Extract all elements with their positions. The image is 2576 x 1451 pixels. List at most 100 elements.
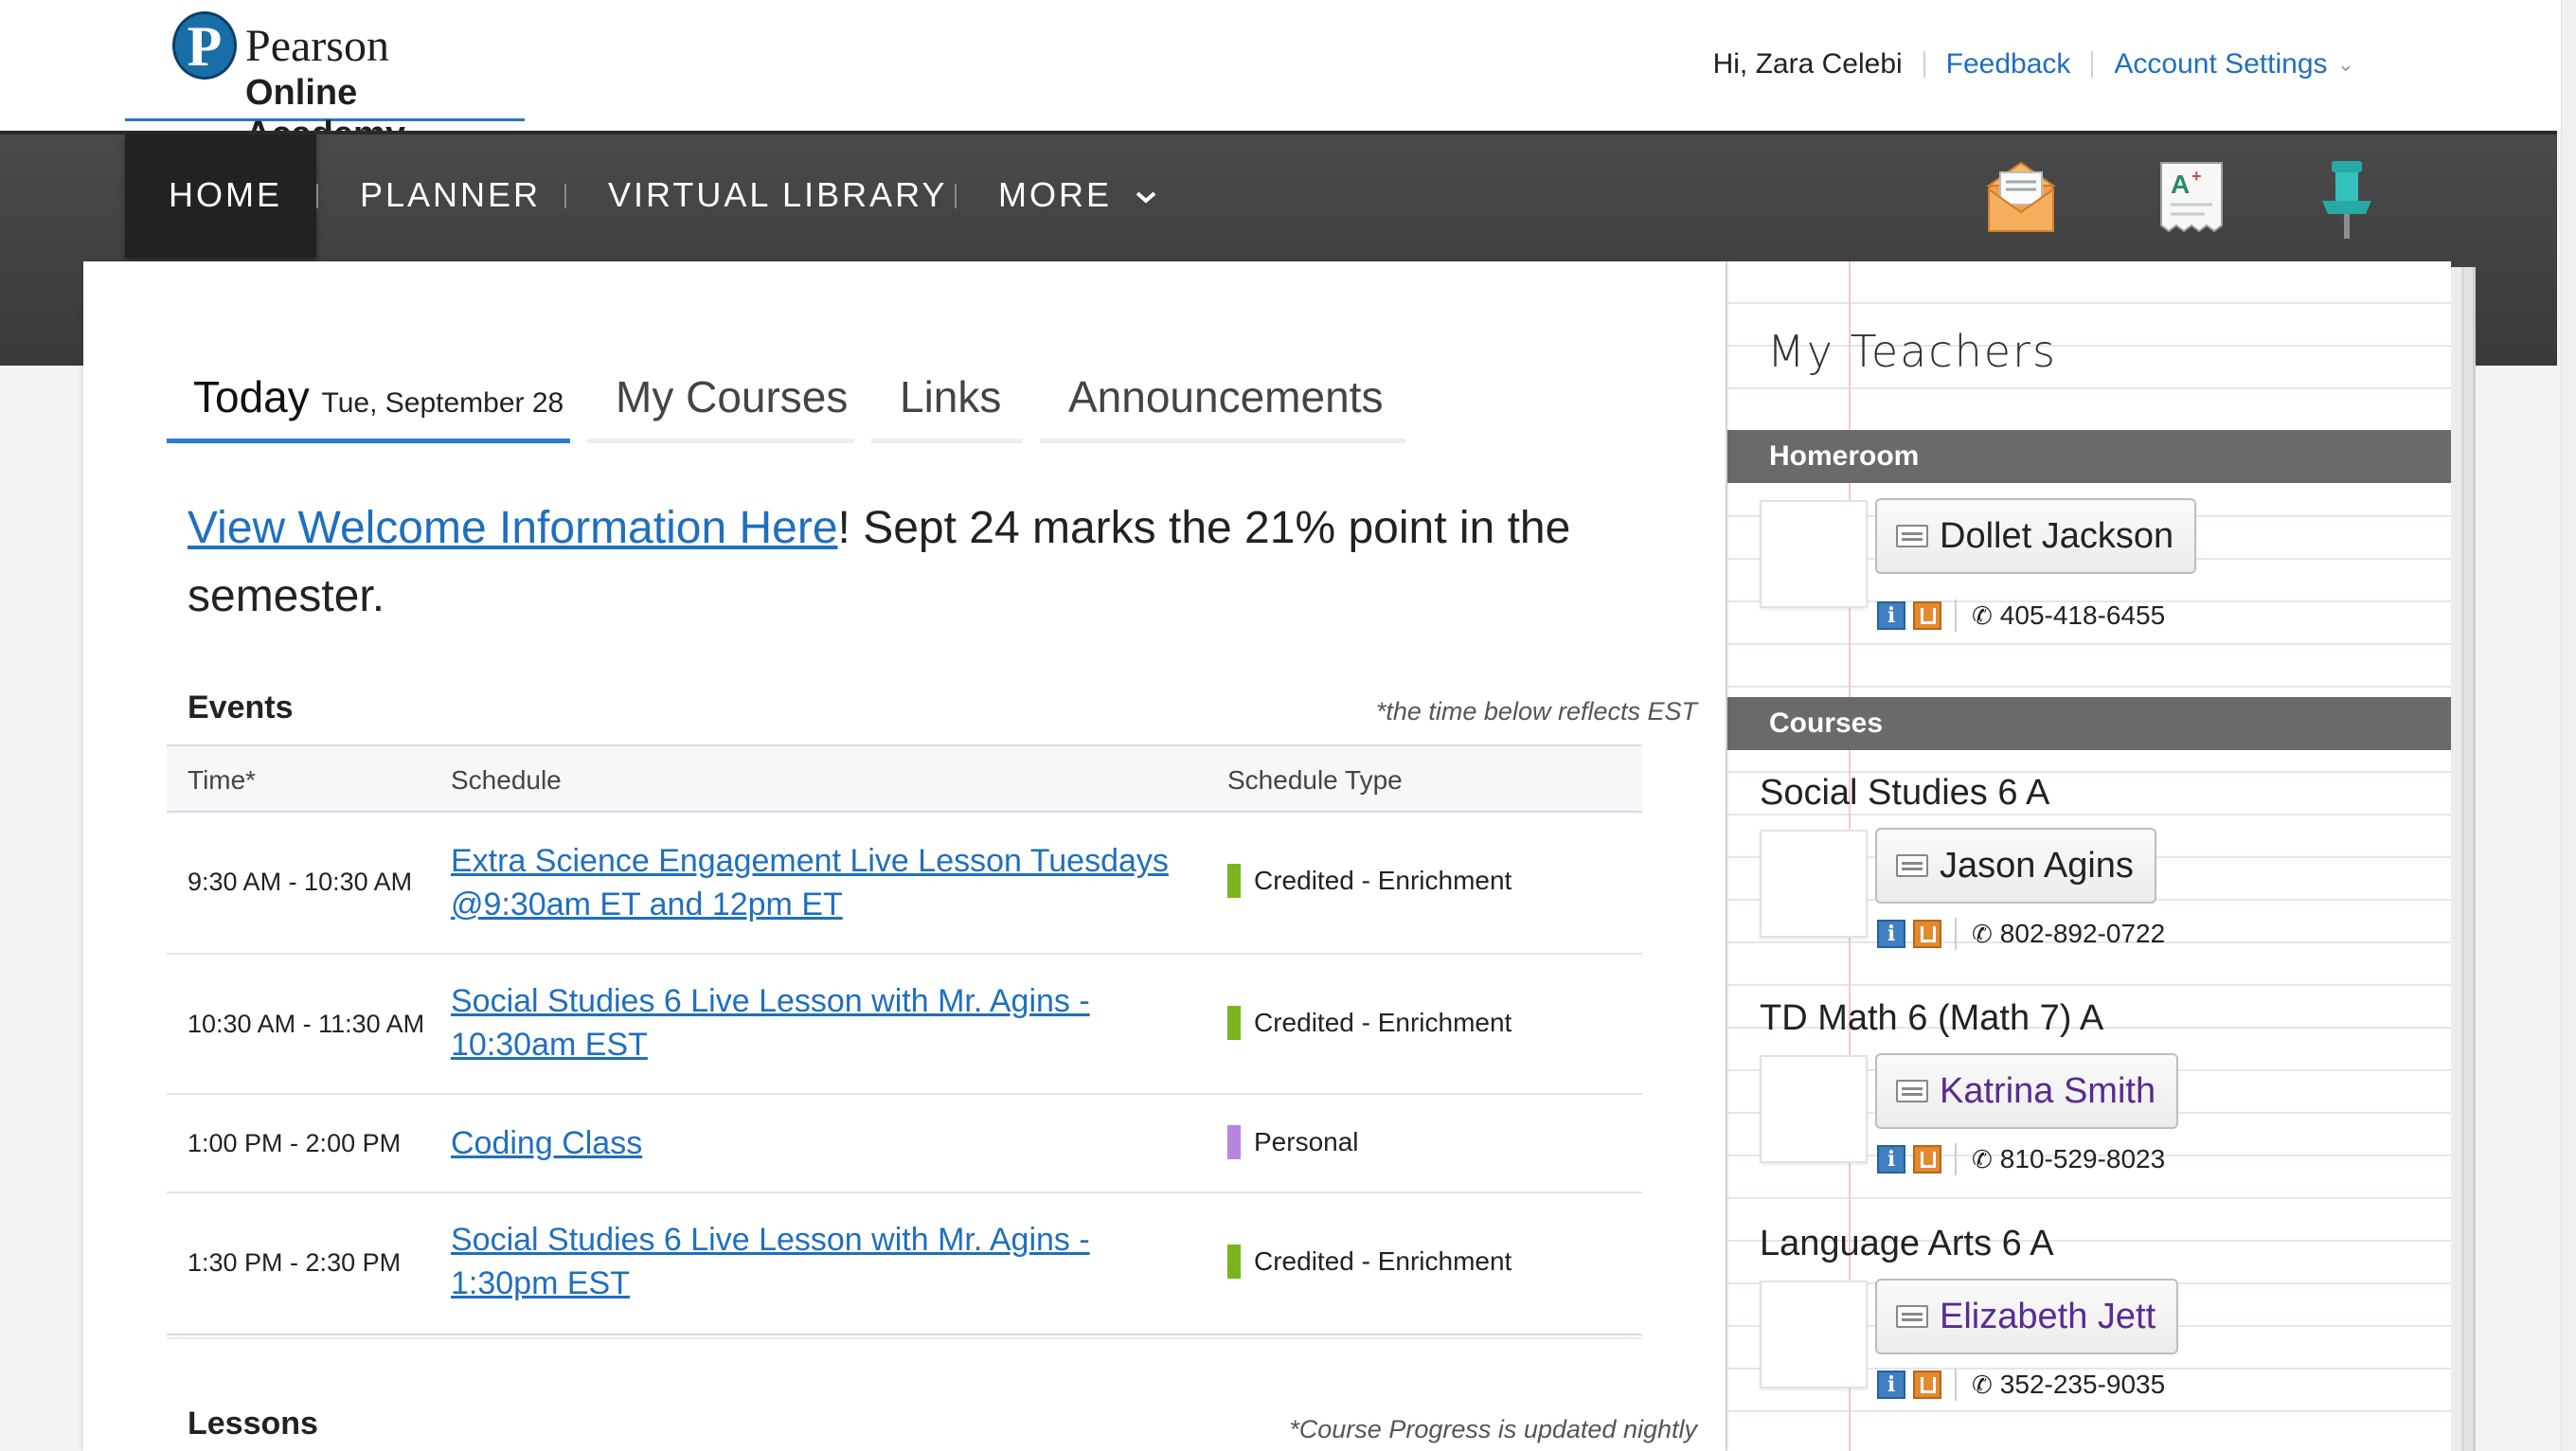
chevron-down-icon[interactable]: ⌄ xyxy=(2337,52,2354,77)
event-type: Credited - Enrichment xyxy=(1227,1245,1512,1279)
message-icon xyxy=(1896,1080,1928,1102)
teacher-phone: ✆ 352-235-9035 xyxy=(1972,1370,2166,1399)
message-icon xyxy=(1896,525,1928,547)
nav-planner[interactable]: PLANNER xyxy=(360,176,541,214)
table-row: 10:30 AM - 11:30 AM Social Studies 6 Liv… xyxy=(167,955,1642,1095)
teacher-contact: i ✆ 352-235-9035 xyxy=(1877,1368,2165,1402)
teacher-avatar xyxy=(1760,500,1868,608)
account-settings-link[interactable]: Account Settings xyxy=(2114,48,2327,81)
table-row: 1:30 PM - 2:30 PM Social Studies 6 Live … xyxy=(167,1193,1642,1334)
info-icon[interactable]: i xyxy=(1877,1145,1905,1173)
chevron-down-icon xyxy=(1136,191,1156,205)
type-color-bar xyxy=(1227,1245,1241,1279)
tab-today-date: Tue, September 28 xyxy=(321,387,564,419)
teacher-button[interactable]: Dollet Jackson xyxy=(1875,498,2197,574)
tab-announcements[interactable]: Announcements xyxy=(1040,366,1405,443)
teacher-contact: i ✆ 405-418-6455 xyxy=(1877,599,2165,633)
events-table-header: Time* Schedule Schedule Type xyxy=(167,744,1642,813)
schedule-icon[interactable] xyxy=(1913,920,1941,948)
teacher-button[interactable]: Jason Agins xyxy=(1875,828,2156,904)
info-icon[interactable]: i xyxy=(1877,601,1905,630)
teacher-name: Katrina Smith xyxy=(1940,1070,2156,1111)
lessons-heading: Lessons xyxy=(188,1406,318,1442)
message-icon xyxy=(1896,854,1928,877)
schedule-icon[interactable] xyxy=(1913,1145,1941,1173)
teacher-phone: ✆ 810-529-8023 xyxy=(1972,1144,2166,1173)
logo-line1: Pearson xyxy=(245,21,389,71)
table-row: 9:30 AM - 10:30 AM Extra Science Engagem… xyxy=(167,813,1642,955)
teacher-phone: ✆ 802-892-0722 xyxy=(1972,919,2166,948)
event-schedule: Social Studies 6 Live Lesson with Mr. Ag… xyxy=(451,1218,1171,1305)
top-header: P Pearson Online Academy Hi, Zara Celebi… xyxy=(0,0,2576,154)
course-name: Language Arts 6 A xyxy=(1760,1224,2054,1263)
phone-icon: ✆ xyxy=(1972,1370,1993,1399)
schedule-icon[interactable] xyxy=(1913,1370,1941,1399)
divider xyxy=(2091,51,2094,78)
course-name: Social Studies 6 A xyxy=(1760,773,2050,813)
event-time: 10:30 AM - 11:30 AM xyxy=(188,1010,425,1038)
nav-more-label: MORE xyxy=(998,175,1112,214)
teacher-name: Dollet Jackson xyxy=(1940,515,2174,556)
page-scrollbar[interactable] xyxy=(2561,0,2576,1451)
type-color-bar xyxy=(1227,1006,1241,1040)
events-table: Time* Schedule Schedule Type 9:30 AM - 1… xyxy=(167,744,1642,1339)
col-schedule-type: Schedule Type xyxy=(1227,765,1403,795)
events-heading: Events xyxy=(188,690,294,726)
teacher-button[interactable]: Elizabeth Jett xyxy=(1875,1279,2179,1354)
info-icon[interactable]: i xyxy=(1877,1370,1905,1399)
user-links: Hi, Zara Celebi Feedback Account Setting… xyxy=(1713,45,2354,83)
event-time: 1:30 PM - 2:30 PM xyxy=(188,1248,402,1277)
event-link[interactable]: Social Studies 6 Live Lesson with Mr. Ag… xyxy=(451,983,1090,1063)
my-teachers-panel: My Teachers Homeroom Dollet Jackson i ✆ 4… xyxy=(1726,261,2451,1451)
nav-virtual-library[interactable]: VIRTUAL LIBRARY xyxy=(608,176,947,214)
pearson-logo[interactable]: P Pearson Online Academy xyxy=(125,9,525,154)
nav-divider xyxy=(564,184,566,208)
welcome-info-link[interactable]: View Welcome Information Here xyxy=(188,503,838,553)
event-time: 9:30 AM - 10:30 AM xyxy=(188,868,413,896)
pin-icon[interactable] xyxy=(2317,157,2377,242)
nav-home[interactable]: HOME xyxy=(169,176,282,214)
events-time-note: *the time below reflects EST xyxy=(1375,697,1697,726)
type-color-bar xyxy=(1227,864,1241,898)
event-type: Credited - Enrichment xyxy=(1227,864,1512,898)
homeroom-band: Homeroom xyxy=(1727,430,2451,483)
teacher-avatar xyxy=(1760,830,1868,938)
table-row: 1:00 PM - 2:00 PM Coding Class Personal xyxy=(167,1095,1642,1193)
event-type: Credited - Enrichment xyxy=(1227,1006,1512,1040)
event-link[interactable]: Extra Science Engagement Live Lesson Tue… xyxy=(451,843,1169,923)
feedback-link[interactable]: Feedback xyxy=(1946,48,2071,81)
phone-icon: ✆ xyxy=(1972,1144,1993,1173)
tab-links[interactable]: Links xyxy=(871,366,1023,443)
tab-today[interactable]: Today Tue, September 28 xyxy=(167,366,570,443)
mail-icon[interactable] xyxy=(1983,157,2059,237)
event-schedule: Coding Class xyxy=(451,1121,1171,1165)
nav-more[interactable]: MORE xyxy=(998,176,1158,214)
col-schedule: Schedule xyxy=(451,765,562,795)
main-panel: Today Tue, September 28 My Courses Links… xyxy=(83,261,1726,1451)
courses-band: Courses xyxy=(1727,697,2451,750)
pearson-mark-icon: P xyxy=(172,11,237,80)
grades-icon[interactable]: A + xyxy=(2157,157,2226,237)
divider xyxy=(1923,51,1925,78)
nav-divider xyxy=(955,184,957,208)
welcome-message: View Welcome Information Here! Sept 24 m… xyxy=(188,494,1665,631)
event-link[interactable]: Coding Class xyxy=(451,1125,642,1161)
event-schedule: Extra Science Engagement Live Lesson Tue… xyxy=(451,839,1171,926)
svg-text:A: A xyxy=(2171,170,2190,199)
svg-text:+: + xyxy=(2191,167,2202,186)
teacher-avatar xyxy=(1760,1281,1868,1388)
event-schedule: Social Studies 6 Live Lesson with Mr. Ag… xyxy=(451,979,1171,1066)
teacher-name: Jason Agins xyxy=(1940,845,2134,886)
tab-my-courses[interactable]: My Courses xyxy=(587,366,854,443)
schedule-icon[interactable] xyxy=(1913,601,1941,630)
teacher-avatar xyxy=(1760,1055,1868,1163)
event-time: 1:00 PM - 2:00 PM xyxy=(188,1129,402,1157)
teacher-button[interactable]: Katrina Smith xyxy=(1875,1053,2179,1129)
info-icon[interactable]: i xyxy=(1877,920,1905,948)
teacher-contact: i ✆ 802-892-0722 xyxy=(1877,917,2165,951)
teacher-phone: ✆ 405-418-6455 xyxy=(1972,600,2166,630)
user-greeting: Hi, Zara Celebi xyxy=(1712,48,1903,80)
event-link[interactable]: Social Studies 6 Live Lesson with Mr. Ag… xyxy=(451,1222,1090,1301)
lessons-progress-note: *Course Progress is updated nightly xyxy=(1289,1415,1697,1443)
my-teachers-title: My Teachers xyxy=(1767,326,2057,377)
